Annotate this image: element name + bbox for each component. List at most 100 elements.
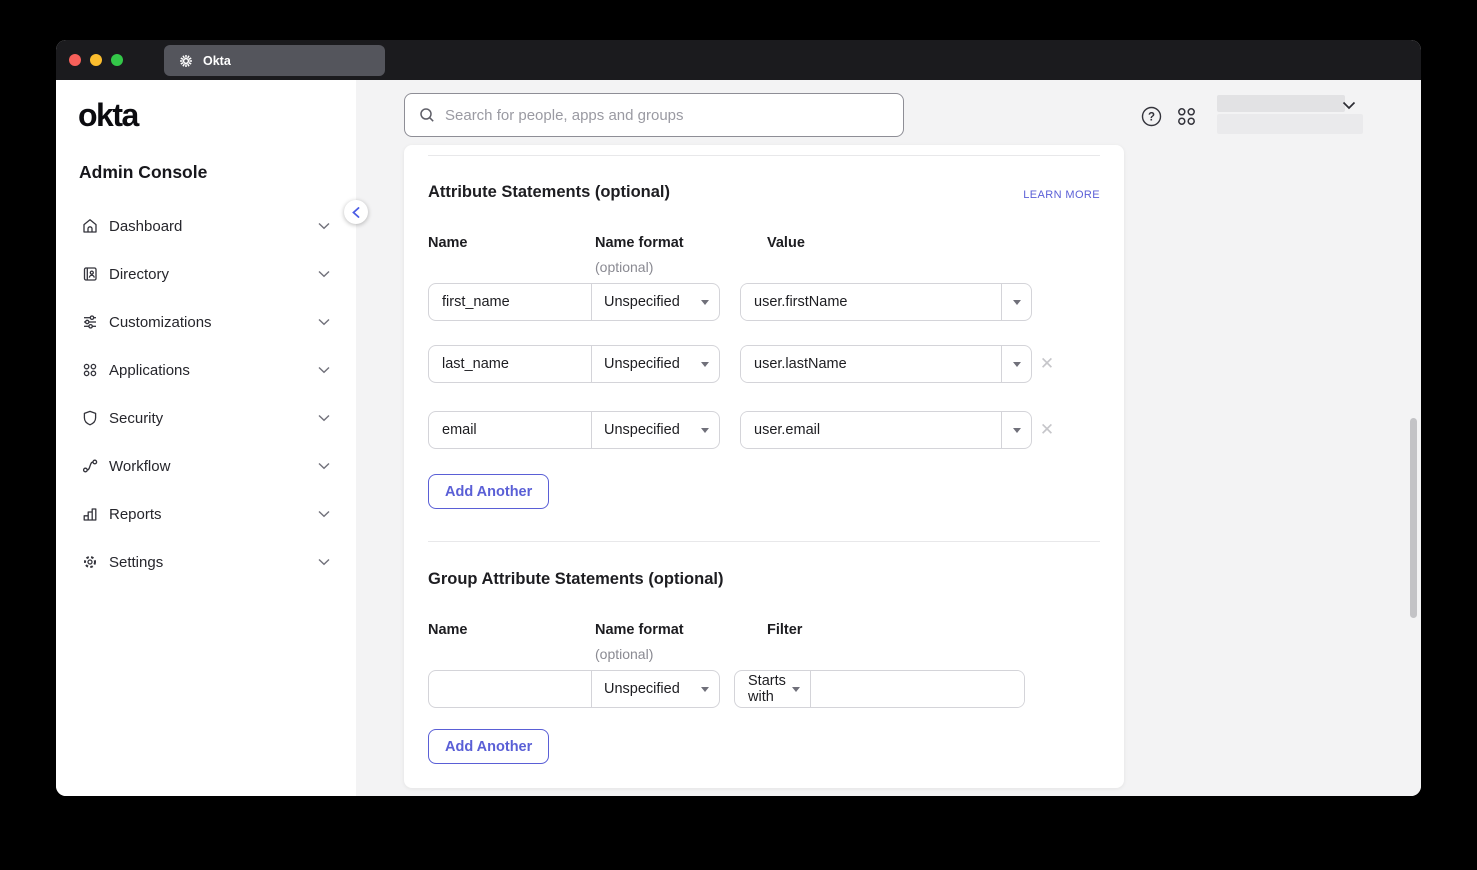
learn-more-link[interactable]: LEARN MORE xyxy=(1023,189,1100,201)
filter-type-select[interactable]: Starts with xyxy=(735,671,811,707)
bar-chart-icon xyxy=(81,505,99,523)
gear-icon xyxy=(81,553,99,571)
workflow-icon xyxy=(81,457,99,475)
minimize-window-button[interactable] xyxy=(90,54,102,66)
sidebar-item-applications[interactable]: Applications xyxy=(56,346,356,394)
traffic-lights xyxy=(69,54,123,66)
chevron-down-icon xyxy=(318,318,330,326)
dropdown-arrow-icon xyxy=(1013,300,1021,305)
name-format-select[interactable]: Unspecified xyxy=(592,284,719,320)
sidebar: okta Admin Console Dashboard Directory xyxy=(56,80,356,796)
attribute-name-input[interactable] xyxy=(429,356,591,372)
close-window-button[interactable] xyxy=(69,54,81,66)
sidebar-item-label: Applications xyxy=(109,362,190,379)
help-icon[interactable]: ? xyxy=(1141,106,1162,127)
user-name-redacted xyxy=(1217,95,1345,112)
chevron-down-icon xyxy=(318,462,330,470)
group-filter-row: Starts with xyxy=(734,670,1025,708)
group-attribute-statements-title: Group Attribute Statements (optional) xyxy=(428,570,723,589)
sidebar-item-label: Customizations xyxy=(109,314,212,331)
apps-launcher-icon[interactable] xyxy=(1176,106,1197,127)
home-icon xyxy=(81,217,99,235)
attribute-name-input[interactable] xyxy=(429,422,591,438)
group-name-input[interactable] xyxy=(429,681,591,697)
okta-favicon-icon xyxy=(178,53,194,69)
okta-logo: okta xyxy=(78,97,138,134)
column-header-value: Value xyxy=(767,235,805,251)
attribute-row: Unspecified xyxy=(428,411,720,449)
group-attribute-row: Unspecified xyxy=(428,670,720,708)
svg-text:?: ? xyxy=(1148,112,1155,124)
filter-type-value: Starts with xyxy=(748,673,792,705)
sidebar-item-security[interactable]: Security xyxy=(56,394,356,442)
search-icon xyxy=(419,107,435,123)
attribute-row-value xyxy=(740,283,1032,321)
sidebar-item-label: Workflow xyxy=(109,458,170,475)
tab-title: Okta xyxy=(203,54,231,68)
zoom-window-button[interactable] xyxy=(111,54,123,66)
filter-value-input[interactable] xyxy=(811,671,1024,707)
browser-tab[interactable]: Okta xyxy=(164,45,385,76)
sidebar-item-workflow[interactable]: Workflow xyxy=(56,442,356,490)
attribute-row: Unspecified xyxy=(428,345,720,383)
chevron-down-icon xyxy=(318,366,330,374)
name-format-select[interactable]: Unspecified xyxy=(592,412,719,448)
sidebar-item-directory[interactable]: Directory xyxy=(56,250,356,298)
name-format-value: Unspecified xyxy=(604,681,680,697)
divider xyxy=(428,155,1100,156)
column-header-name-format: Name format xyxy=(595,622,684,638)
dropdown-arrow-icon xyxy=(1013,428,1021,433)
attribute-value-input[interactable] xyxy=(741,284,1001,320)
attribute-statements-title: Attribute Statements (optional) xyxy=(428,183,670,202)
sidebar-collapse-button[interactable] xyxy=(344,200,368,224)
remove-row-button[interactable]: ✕ xyxy=(1038,411,1056,449)
shield-icon xyxy=(81,409,99,427)
dropdown-arrow-icon xyxy=(792,687,800,692)
sidebar-item-customizations[interactable]: Customizations xyxy=(56,298,356,346)
sidebar-item-label: Reports xyxy=(109,506,162,523)
sidebar-item-label: Dashboard xyxy=(109,218,182,235)
name-format-value: Unspecified xyxy=(604,356,680,372)
column-header-filter: Filter xyxy=(767,622,802,638)
value-dropdown-button[interactable] xyxy=(1001,412,1031,448)
add-another-button[interactable]: Add Another xyxy=(428,474,549,509)
attribute-value-input[interactable] xyxy=(741,346,1001,382)
chevron-down-icon xyxy=(318,270,330,278)
dropdown-arrow-icon xyxy=(701,300,709,305)
column-header-name-format: Name format xyxy=(595,235,684,251)
apps-grid-icon xyxy=(81,361,99,379)
chevron-down-icon xyxy=(318,414,330,422)
user-menu-chevron-icon[interactable] xyxy=(1342,101,1356,110)
title-bar: Okta xyxy=(56,40,1421,80)
attribute-value-input[interactable] xyxy=(741,412,1001,448)
value-dropdown-button[interactable] xyxy=(1001,284,1031,320)
sidebar-item-label: Settings xyxy=(109,554,163,571)
divider xyxy=(428,541,1100,542)
column-header-name: Name xyxy=(428,622,468,638)
search-input[interactable] xyxy=(445,107,903,124)
name-format-value: Unspecified xyxy=(604,294,680,310)
chevron-down-icon xyxy=(318,222,330,230)
chevron-left-icon xyxy=(352,207,360,218)
dropdown-arrow-icon xyxy=(701,428,709,433)
name-format-select[interactable]: Unspecified xyxy=(592,346,719,382)
dropdown-arrow-icon xyxy=(701,362,709,367)
vertical-scrollbar[interactable] xyxy=(1410,418,1417,618)
dropdown-arrow-icon xyxy=(701,687,709,692)
name-format-select[interactable]: Unspecified xyxy=(592,671,719,707)
global-search[interactable] xyxy=(404,93,904,137)
value-dropdown-button[interactable] xyxy=(1001,346,1031,382)
sidebar-item-dashboard[interactable]: Dashboard xyxy=(56,202,356,250)
sliders-icon xyxy=(81,313,99,331)
sidebar-item-label: Directory xyxy=(109,266,169,283)
sidebar-item-settings[interactable]: Settings xyxy=(56,538,356,586)
browser-window: Okta okta Admin Console Dashboard xyxy=(56,40,1421,796)
settings-card: Attribute Statements (optional) LEARN MO… xyxy=(404,145,1124,788)
chevron-down-icon xyxy=(318,558,330,566)
attribute-name-input[interactable] xyxy=(429,294,591,310)
dropdown-arrow-icon xyxy=(1013,362,1021,367)
remove-row-button[interactable]: ✕ xyxy=(1038,345,1056,383)
user-org-redacted xyxy=(1217,114,1363,134)
add-another-group-button[interactable]: Add Another xyxy=(428,729,549,764)
sidebar-item-reports[interactable]: Reports xyxy=(56,490,356,538)
